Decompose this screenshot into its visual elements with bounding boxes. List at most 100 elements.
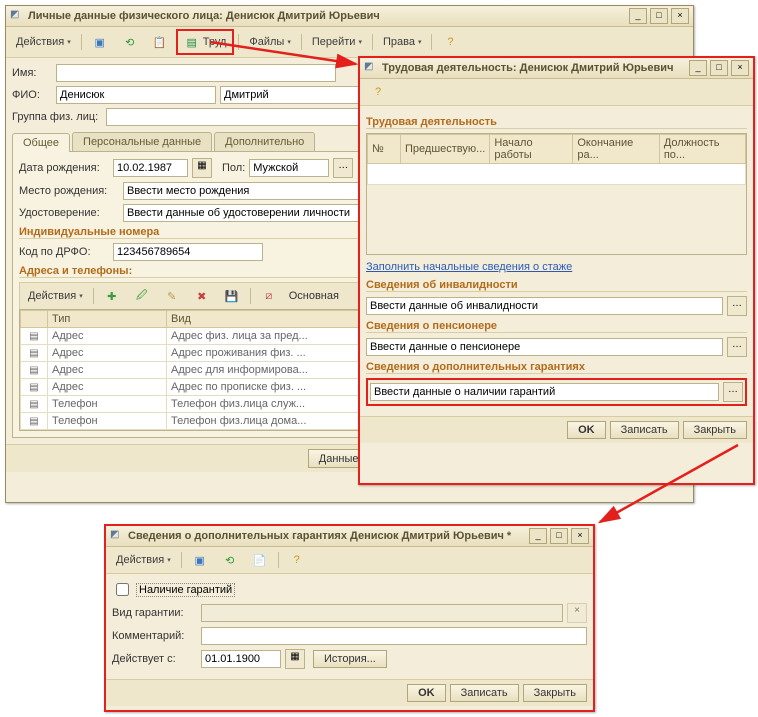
min3[interactable]: _ — [529, 528, 547, 544]
close3[interactable]: × — [571, 528, 589, 544]
filter-icon[interactable]: ⧄ — [255, 285, 283, 307]
sex-label: Пол: — [222, 162, 245, 174]
edit-icon[interactable]: 🖉 — [128, 285, 156, 307]
ok3[interactable]: OK — [407, 684, 446, 702]
fill-stage-link[interactable]: Заполнить начальные сведения о стаже — [366, 261, 572, 273]
max3[interactable]: □ — [550, 528, 568, 544]
comment-input[interactable] — [201, 627, 587, 645]
maximize-button[interactable]: □ — [650, 8, 668, 24]
col-n[interactable]: № — [368, 135, 401, 164]
row-icon: ▤ — [21, 413, 48, 430]
name-input[interactable] — [56, 64, 336, 82]
help-button[interactable]: ? — [436, 31, 464, 53]
name-label: Имя: — [12, 67, 52, 79]
window-title: Личные данные физического лица: Денисюк … — [28, 10, 629, 22]
save-icon[interactable]: 💾 — [218, 285, 246, 307]
since-input[interactable] — [201, 650, 281, 668]
trud-grid[interactable]: № Предшествую... Начало работы Окончание… — [366, 133, 747, 255]
pens-input[interactable] — [366, 338, 723, 356]
ok2[interactable]: OK — [567, 421, 606, 439]
tb3-1[interactable]: ▣ — [186, 549, 214, 571]
actions-menu[interactable]: Действия▾ — [10, 33, 77, 51]
toolbar-btn-3[interactable]: 📋 — [146, 31, 174, 53]
since-label: Действует с: — [112, 653, 197, 665]
calendar-icon[interactable]: ▦ — [192, 158, 212, 178]
window-trud: ◩ Трудовая деятельность: Денисюк Дмитрий… — [358, 56, 755, 485]
close-button[interactable]: × — [671, 8, 689, 24]
group-label: Группа физ. лиц: — [12, 111, 102, 123]
toolbar-btn-1[interactable]: ▣ — [86, 31, 114, 53]
cell-type: Телефон — [48, 413, 167, 430]
rights-menu[interactable]: Права▾ — [377, 33, 428, 51]
bottom3: OK Записать Закрыть — [106, 679, 593, 706]
bdate-input[interactable] — [113, 159, 188, 177]
col-end[interactable]: Окончание ра... — [573, 135, 659, 164]
history-button[interactable]: История... — [313, 650, 387, 668]
max2[interactable]: □ — [710, 60, 728, 76]
inv-dots[interactable]: … — [727, 296, 747, 316]
toolbar-btn-2[interactable]: ⟲ — [116, 31, 144, 53]
bottom2: OK Записать Закрыть — [360, 416, 753, 443]
surname-input[interactable] — [56, 86, 216, 104]
bplace-label: Место рождения: — [19, 185, 119, 197]
save2[interactable]: Записать — [610, 421, 679, 439]
add-icon[interactable]: ✚ — [98, 285, 126, 307]
vid-label: Вид гарантии: — [112, 607, 197, 619]
sec-trud: Трудовая деятельность — [366, 116, 747, 129]
min2[interactable]: _ — [689, 60, 707, 76]
titlebar2: ◩ Трудовая деятельность: Денисюк Дмитрий… — [360, 58, 753, 79]
close3b[interactable]: Закрыть — [523, 684, 587, 702]
vid-input — [201, 604, 563, 622]
tab-additional[interactable]: Дополнительно — [214, 132, 315, 151]
close2b[interactable]: Закрыть — [683, 421, 747, 439]
has-guarantee-checkbox[interactable] — [116, 583, 129, 596]
cell-type: Адрес — [48, 345, 167, 362]
sec-gar: Сведения о дополнительных гарантиях — [366, 361, 747, 374]
tab-personal[interactable]: Персональные данные — [72, 132, 212, 151]
cell-type: Телефон — [48, 396, 167, 413]
inv-input[interactable] — [366, 297, 723, 315]
gar-dots[interactable]: … — [723, 382, 743, 402]
close2[interactable]: × — [731, 60, 749, 76]
osnov-label: Основная — [289, 290, 339, 302]
addr-actions[interactable]: Действия▾ — [22, 287, 89, 305]
trud-button[interactable]: ▤Труд — [178, 31, 233, 53]
col-type[interactable]: Тип — [48, 311, 167, 328]
cell-type: Адрес — [48, 328, 167, 345]
files-menu[interactable]: Файлы▾ — [243, 33, 296, 51]
has-guarantee-label: Наличие гарантий — [136, 583, 235, 597]
toolbar: Действия▾ ▣ ⟲ 📋 ▤Труд Файлы▾ Перейти▾ Пр… — [6, 27, 693, 58]
cell-type: Адрес — [48, 362, 167, 379]
tab-general[interactable]: Общее — [12, 133, 70, 152]
titlebar: ◩ Личные данные физического лица: Денисю… — [6, 6, 693, 27]
sex-dots-button[interactable]: … — [333, 158, 353, 178]
help2[interactable]: ? — [364, 81, 392, 103]
since-cal-icon[interactable]: ▦ — [285, 649, 305, 669]
actions3[interactable]: Действия▾ — [110, 551, 177, 569]
doc3-icon: ◩ — [110, 529, 124, 543]
ident-label: Удостоверение: — [19, 207, 119, 219]
firstname-input[interactable] — [220, 86, 380, 104]
sex-input[interactable] — [249, 159, 329, 177]
drfo-input[interactable] — [113, 243, 263, 261]
minimize-button[interactable]: _ — [629, 8, 647, 24]
doc-icon: ◩ — [364, 61, 378, 75]
row-icon: ▤ — [21, 396, 48, 413]
edit2-icon[interactable]: ✎ — [158, 285, 186, 307]
tb3-3[interactable]: 📄 — [246, 549, 274, 571]
col-pos[interactable]: Должность по... — [659, 135, 745, 164]
tb3-2[interactable]: ⟲ — [216, 549, 244, 571]
gar-input[interactable] — [370, 383, 719, 401]
sec-inv: Сведения об инвалидности — [366, 279, 747, 292]
col-prev[interactable]: Предшествую... — [401, 135, 490, 164]
pens-dots[interactable]: … — [727, 337, 747, 357]
help3[interactable]: ? — [283, 549, 311, 571]
save3[interactable]: Записать — [450, 684, 519, 702]
col-start[interactable]: Начало работы — [490, 135, 573, 164]
toolbar3: Действия▾ ▣ ⟲ 📄 ? — [106, 547, 593, 574]
delete-icon[interactable]: ✖ — [188, 285, 216, 307]
bdate-label: Дата рождения: — [19, 162, 109, 174]
window3-title: Сведения о дополнительных гарантиях Дени… — [128, 530, 529, 542]
row-icon: ▤ — [21, 379, 48, 396]
goto-menu[interactable]: Перейти▾ — [306, 33, 368, 51]
